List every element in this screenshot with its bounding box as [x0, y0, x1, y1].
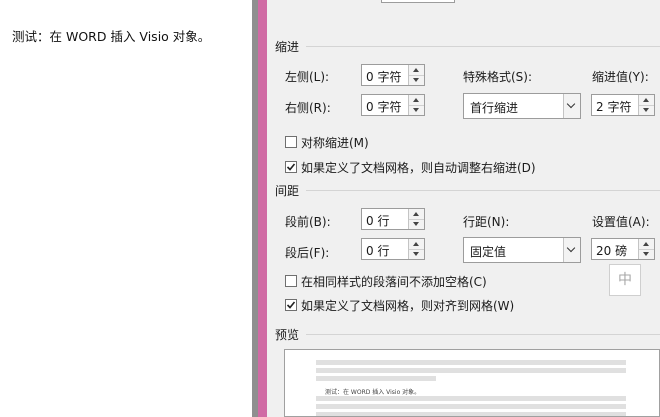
- spin-down-icon[interactable]: [639, 105, 654, 115]
- preview-line: [316, 412, 626, 416]
- document-text: 测试：在 WORD 插入 Visio 对象。: [12, 29, 211, 44]
- space-before-spinner[interactable]: 0 行: [361, 208, 425, 230]
- special-format-value: 首行缩进: [470, 101, 519, 115]
- spin-down-icon[interactable]: [409, 105, 424, 115]
- indent-left-value: 0 字符: [366, 70, 402, 84]
- snap-to-grid-label: 如果定义了文档网格，则对齐到网格(W): [301, 299, 515, 313]
- spacing-at-value: 20 磅: [596, 244, 628, 258]
- ime-indicator[interactable]: 中: [609, 264, 641, 296]
- indent-amount-value: 2 字符: [596, 100, 632, 114]
- chevron-down-icon: [566, 243, 576, 253]
- space-after-label: 段后(F):: [285, 246, 330, 260]
- spacing-at-spinner[interactable]: 20 磅: [591, 238, 655, 260]
- spin-down-icon[interactable]: [639, 249, 654, 259]
- indent-amount-spinner[interactable]: 2 字符: [591, 94, 655, 116]
- preview-line: [316, 360, 626, 365]
- line-spacing-select[interactable]: 固定值: [463, 237, 581, 263]
- spacing-at-label: 设置值(A):: [592, 215, 650, 229]
- preview-section-title: 预览: [275, 328, 300, 342]
- preview-line: [316, 404, 626, 409]
- preview-line: [316, 396, 626, 401]
- line-spacing-value: 固定值: [470, 245, 507, 259]
- auto-adjust-indent-checkbox[interactable]: [285, 161, 297, 173]
- no-space-same-style-checkbox[interactable]: [285, 275, 297, 287]
- preview-separator: [306, 334, 660, 335]
- checkmark-icon: [286, 163, 296, 171]
- top-field-fragment: [381, 0, 455, 3]
- spacing-separator: [306, 190, 660, 191]
- dialog-border: [258, 0, 267, 417]
- space-after-spinner[interactable]: 0 行: [361, 238, 425, 260]
- mirror-indent-checkbox[interactable]: [285, 136, 297, 148]
- preview-line: [316, 368, 626, 373]
- space-before-label: 段前(B):: [285, 215, 331, 229]
- indent-amount-label: 缩进值(Y):: [592, 70, 649, 84]
- chevron-down-icon: [566, 99, 576, 109]
- mirror-indent-label: 对称缩进(M): [301, 136, 369, 150]
- indent-left-label: 左侧(L):: [285, 70, 330, 84]
- special-format-select[interactable]: 首行缩进: [463, 93, 581, 119]
- spacing-section-title: 间距: [275, 184, 300, 198]
- spin-down-icon[interactable]: [409, 249, 424, 259]
- indent-separator: [306, 46, 660, 47]
- checkmark-icon: [286, 301, 296, 309]
- preview-sample-text: 测试：在 WORD 插入 Visio 对象。: [325, 389, 421, 396]
- space-before-value: 0 行: [366, 214, 390, 228]
- indent-section-title: 缩进: [275, 40, 300, 54]
- space-after-value: 0 行: [366, 244, 390, 258]
- indent-right-spinner[interactable]: 0 字符: [361, 94, 425, 116]
- preview-line: [316, 376, 436, 381]
- no-space-same-style-label: 在相同样式的段落间不添加空格(C): [301, 275, 487, 289]
- snap-to-grid-checkbox[interactable]: [285, 299, 297, 311]
- line-spacing-label: 行距(N):: [463, 215, 510, 229]
- special-format-label: 特殊格式(S):: [463, 70, 533, 84]
- paragraph-preview: 测试：在 WORD 插入 Visio 对象。: [284, 349, 660, 417]
- indent-left-spinner[interactable]: 0 字符: [361, 64, 425, 86]
- spin-down-icon[interactable]: [409, 219, 424, 229]
- indent-right-label: 右侧(R):: [285, 101, 331, 115]
- auto-adjust-indent-label: 如果定义了文档网格，则自动调整右缩进(D): [301, 161, 536, 175]
- indent-right-value: 0 字符: [366, 100, 402, 114]
- spin-down-icon[interactable]: [409, 75, 424, 85]
